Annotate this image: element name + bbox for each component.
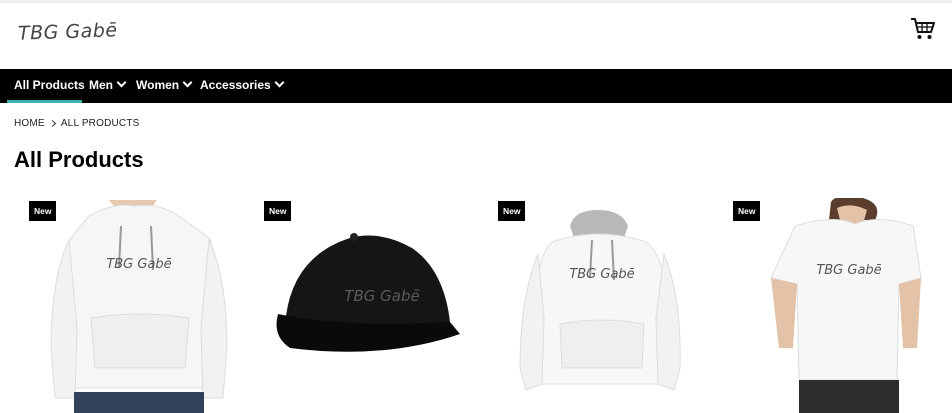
- nav-item-accessories[interactable]: Accessories: [200, 69, 285, 103]
- main-nav: All Products Men Women Accessories: [0, 69, 952, 103]
- chevron-down-icon: [274, 77, 285, 88]
- nav-item-label: Men: [89, 78, 113, 92]
- svg-text:TBG Gabē: TBG Gabē: [106, 257, 171, 272]
- site-header: TBG Gabē: [0, 3, 952, 69]
- nav-item-label: All Products: [14, 78, 85, 92]
- nav-item-all-products[interactable]: All Products: [14, 69, 85, 103]
- product-card-snapback-cap[interactable]: New TBG Gabē: [264, 198, 484, 413]
- new-badge: New: [733, 201, 761, 221]
- svg-text:TBG Gabē: TBG Gabē: [344, 287, 419, 305]
- breadcrumb: HOME ALL PRODUCTS: [14, 118, 140, 129]
- nav-item-women[interactable]: Women: [136, 69, 193, 103]
- new-badge: New: [29, 201, 57, 221]
- logo-text: TBG Gabē: [17, 19, 118, 45]
- site-logo[interactable]: TBG Gabē: [18, 15, 118, 49]
- svg-text:TBG Gabē: TBG Gabē: [816, 263, 881, 278]
- chevron-down-icon: [182, 77, 193, 88]
- shopping-cart-icon[interactable]: [910, 17, 936, 41]
- snapback-cap-image: TBG Gabē: [276, 233, 460, 352]
- women-tshirt-image: TBG Gabē: [770, 198, 922, 413]
- nav-item-label: Women: [136, 78, 180, 92]
- breadcrumb-current: ALL PRODUCTS: [60, 118, 140, 129]
- product-card-contrast-hoodie[interactable]: New TBG Gabē: [498, 198, 718, 413]
- product-card-women-hoodie[interactable]: New TBG Gabē: [29, 198, 249, 413]
- chevron-right-icon: [48, 119, 56, 127]
- contrast-hoodie-image: TBG Gabē: [519, 210, 681, 391]
- nav-item-men[interactable]: Men: [89, 69, 127, 103]
- chevron-down-icon: [116, 77, 127, 88]
- svg-text:TBG Gabē: TBG Gabē: [569, 267, 634, 282]
- new-badge: New: [264, 201, 292, 221]
- breadcrumb-home-link[interactable]: HOME: [14, 118, 45, 129]
- nav-item-label: Accessories: [200, 78, 271, 92]
- nav-active-indicator: [7, 100, 82, 103]
- women-hoodie-image: TBG Gabē: [50, 200, 228, 413]
- product-card-women-tshirt[interactable]: New TBG Gabē: [733, 198, 952, 413]
- new-badge: New: [498, 201, 526, 221]
- page-title: All Products: [14, 147, 144, 172]
